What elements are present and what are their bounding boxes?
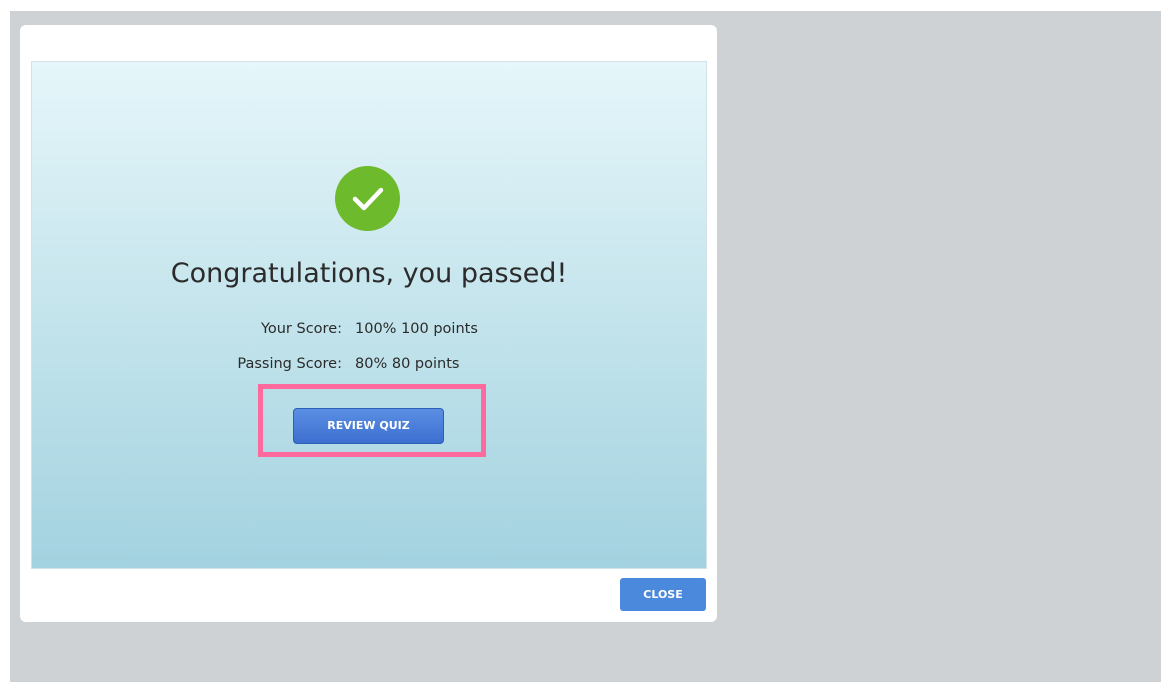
checkmark-icon (335, 166, 400, 231)
passing-score-value: 80% 80 points (355, 356, 460, 372)
your-score-label: Your Score: (260, 321, 342, 337)
result-headline: Congratulations, you passed! (170, 258, 568, 289)
quiz-result-modal: Congratulations, you passed! Your Score:… (20, 25, 717, 622)
result-panel: Congratulations, you passed! Your Score:… (31, 61, 707, 569)
close-button[interactable]: CLOSE (620, 578, 706, 611)
your-score-value: 100% 100 points (355, 321, 478, 337)
passing-score-label: Passing Score: (237, 356, 342, 372)
review-quiz-button[interactable]: REVIEW QUIZ (293, 408, 444, 444)
